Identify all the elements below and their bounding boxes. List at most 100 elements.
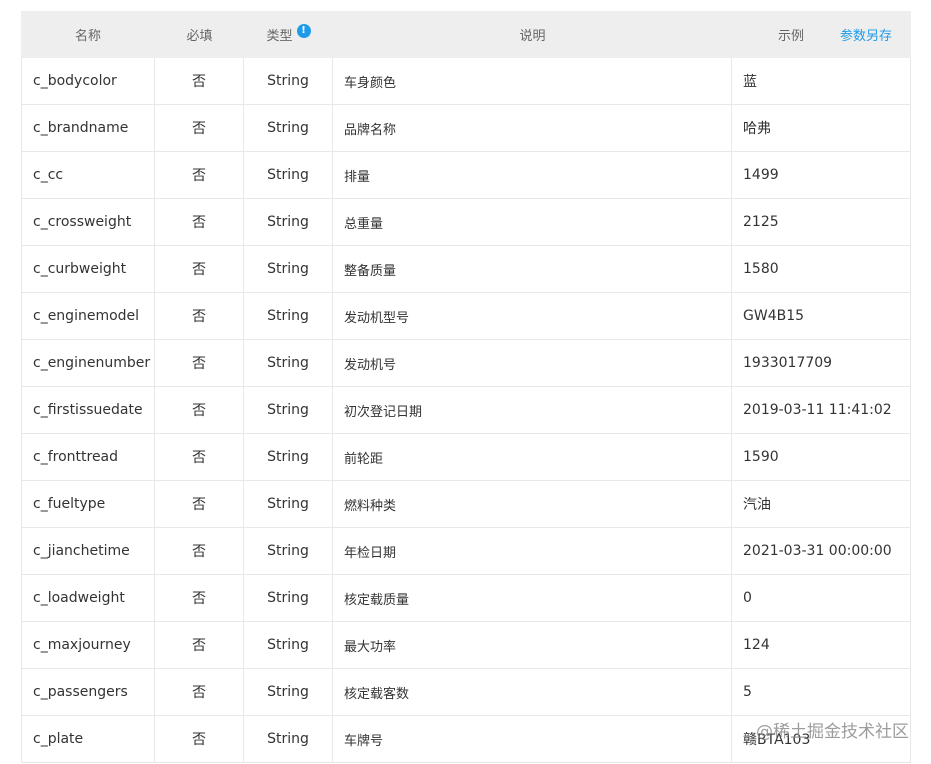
- param-example: 5: [732, 669, 911, 715]
- header-example: 示例: [778, 29, 805, 44]
- param-name: c_cc: [21, 152, 155, 198]
- table-row: c_cc 否 String 排量 1499: [21, 152, 911, 199]
- param-example: 哈弗: [732, 105, 911, 151]
- param-type: String: [244, 481, 333, 527]
- param-type: String: [244, 434, 333, 480]
- param-name: c_crossweight: [21, 199, 155, 245]
- param-type: String: [244, 105, 333, 151]
- table-body: c_bodycolor 否 String 车身颜色蓝 c_brandname 否 Strin…: [21, 58, 911, 763]
- param-type: String: [244, 199, 333, 245]
- param-name: c_plate: [21, 716, 155, 762]
- table-header: 名称 必填 类型 ! 说明 示例 参数另存: [21, 11, 911, 58]
- param-description: 年检日期: [333, 528, 732, 574]
- param-required: 否: [155, 575, 244, 621]
- param-example: 蓝: [732, 58, 911, 104]
- param-name: c_maxjourney: [21, 622, 155, 668]
- param-name: c_enginenumber: [21, 340, 155, 386]
- param-required: 否: [155, 481, 244, 527]
- param-required: 否: [155, 434, 244, 480]
- watermark: @稀土掘金技术社区: [756, 722, 909, 742]
- header-name: 名称: [74, 29, 101, 44]
- table-row: c_curbweight 否 String 整备质量 1580: [21, 246, 911, 293]
- param-description: 核定载质量: [333, 575, 732, 621]
- param-description: 发动机型号: [333, 293, 732, 339]
- param-required: 否: [155, 58, 244, 104]
- param-description: 车牌号: [333, 716, 732, 762]
- param-required: 否: [155, 716, 244, 762]
- param-name: c_curbweight: [21, 246, 155, 292]
- header-example-cell: 示例 参数另存: [732, 11, 911, 58]
- param-type: String: [244, 716, 333, 762]
- param-example: 1580: [732, 246, 911, 292]
- param-required: 否: [155, 340, 244, 386]
- table-row: c_crossweight 否 String 总重量 2125: [21, 199, 911, 246]
- info-icon[interactable]: !: [296, 23, 311, 38]
- table-row: c_firstissuedate 否 String 初次登记日期 2019-03-11 …: [21, 387, 911, 434]
- header-required: 必填: [186, 29, 213, 44]
- param-name: c_bodycolor: [21, 58, 155, 104]
- table-row: c_passengers 否 String 核定载客数 5: [21, 669, 911, 716]
- param-example: 汽油: [732, 481, 911, 527]
- param-required: 否: [155, 152, 244, 198]
- param-example: 1590: [732, 434, 911, 480]
- param-type: String: [244, 58, 333, 104]
- param-name: c_firstissuedate: [21, 387, 155, 433]
- param-example: 0: [732, 575, 911, 621]
- table-row: c_fronttread 否 String 前轮距 1590: [21, 434, 911, 481]
- param-required: 否: [155, 528, 244, 574]
- param-name: c_jianchetime: [21, 528, 155, 574]
- param-required: 否: [155, 669, 244, 715]
- param-example: 1933017709: [732, 340, 911, 386]
- params-table: 名称 必填 类型 ! 说明 示例 参数另存 c_bodycolor 否 String…: [21, 11, 911, 763]
- param-type: String: [244, 387, 333, 433]
- param-example: 1499: [732, 152, 911, 198]
- param-example: 124: [732, 622, 911, 668]
- param-required: 否: [155, 622, 244, 668]
- param-description: 排量: [333, 152, 732, 198]
- table-row: c_enginemodel 否 String 发动机型号 GW4B15: [21, 293, 911, 340]
- param-description: 品牌名称: [333, 105, 732, 151]
- param-description: 初次登记日期: [333, 387, 732, 433]
- header-description: 说明: [519, 29, 546, 44]
- param-required: 否: [155, 293, 244, 339]
- param-type: String: [244, 575, 333, 621]
- param-type: String: [244, 622, 333, 668]
- param-type: String: [244, 152, 333, 198]
- param-example: 2125: [732, 199, 911, 245]
- param-name: c_loadweight: [21, 575, 155, 621]
- param-example: GW4B15: [732, 293, 911, 339]
- param-type: String: [244, 528, 333, 574]
- param-name: c_fueltype: [21, 481, 155, 527]
- table-row: c_brandname 否 String 品牌名称 哈弗: [21, 105, 911, 152]
- table-row: c_jianchetime 否 String 年检日期 2021-03-31 00:00…: [21, 528, 911, 575]
- param-description: 核定载客数: [333, 669, 732, 715]
- param-name: c_brandname: [21, 105, 155, 151]
- param-description: 整备质量: [333, 246, 732, 292]
- param-type: String: [244, 293, 333, 339]
- param-example: 2021-03-31 00:00:00: [732, 528, 911, 574]
- param-description: 燃料种类: [333, 481, 732, 527]
- param-description: 发动机号: [333, 340, 732, 386]
- param-description: 前轮距: [333, 434, 732, 480]
- param-description: 车身颜色: [333, 58, 732, 104]
- param-type: String: [244, 246, 333, 292]
- table-row: c_maxjourney 否 String 最大功率 124: [21, 622, 911, 669]
- param-name: c_fronttread: [21, 434, 155, 480]
- param-description: 最大功率: [333, 622, 732, 668]
- header-type: 类型 !: [244, 11, 333, 58]
- param-description: 总重量: [333, 199, 732, 245]
- param-name: c_passengers: [21, 669, 155, 715]
- param-type: String: [244, 669, 333, 715]
- table-row: c_loadweight 否 String 核定载质量 0: [21, 575, 911, 622]
- param-required: 否: [155, 199, 244, 245]
- param-type: String: [244, 340, 333, 386]
- table-row: c_fueltype 否 String 燃料种类 汽油: [21, 481, 911, 528]
- param-name: c_enginemodel: [21, 293, 155, 339]
- param-required: 否: [155, 387, 244, 433]
- table-row: c_enginenumber 否 String 发动机号 1933017709: [21, 340, 911, 387]
- table-row: c_bodycolor 否 String 车身颜色蓝: [21, 58, 911, 105]
- save-params-link[interactable]: 参数另存: [840, 25, 892, 44]
- param-required: 否: [155, 246, 244, 292]
- param-required: 否: [155, 105, 244, 151]
- header-type-label: 类型: [266, 29, 293, 44]
